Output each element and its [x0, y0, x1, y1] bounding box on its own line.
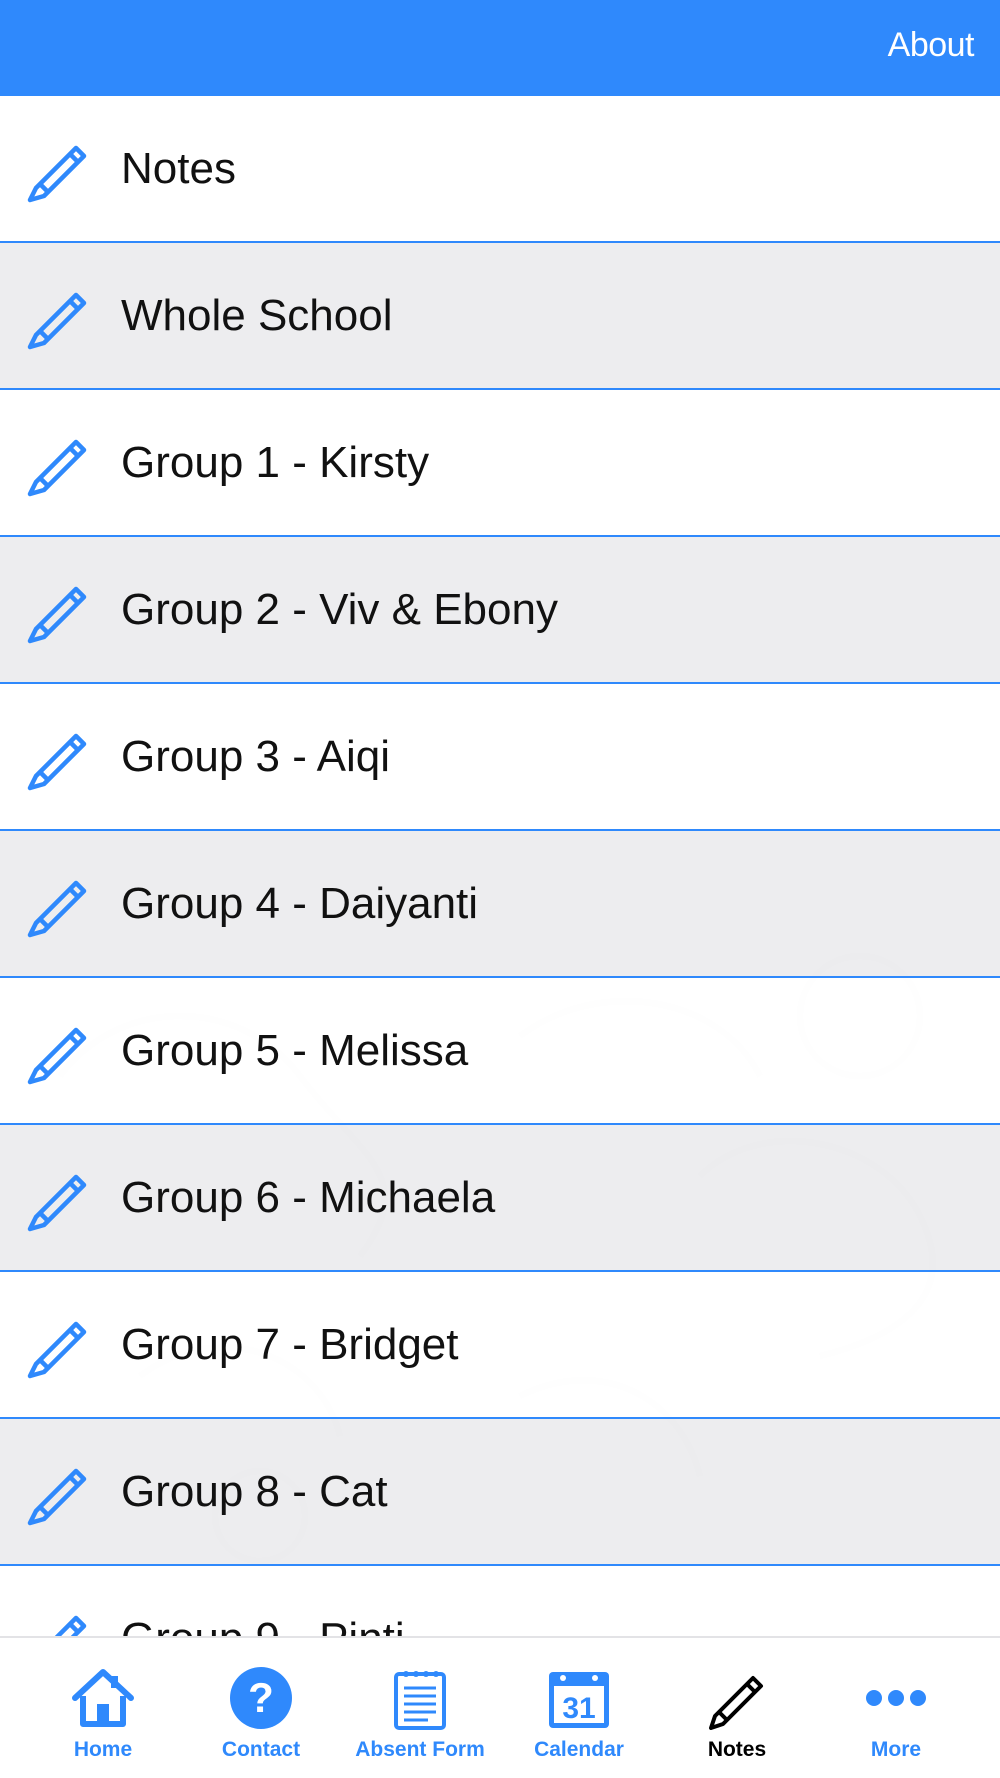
pencil-icon	[27, 1174, 87, 1232]
pencil-icon	[27, 292, 87, 350]
pencil-icon	[27, 1321, 87, 1379]
svg-text:?: ?	[248, 1674, 274, 1721]
calendar-day-text: 31	[562, 1692, 595, 1725]
list-item-label: Group 9 - Pinti	[121, 1566, 405, 1636]
tab-notes[interactable]: Notes	[658, 1638, 816, 1778]
pencil-icon	[27, 586, 87, 644]
pencil-icon	[27, 733, 87, 791]
pencil-icon	[27, 880, 87, 938]
pencil-icon	[27, 1468, 87, 1526]
list-item[interactable]: Group 4 - Daiyanti	[0, 831, 1000, 978]
notes-list[interactable]: Notes Whole School Group 1 - Kirsty Group 2…	[0, 96, 1000, 1636]
tab-label: Absent Form	[355, 1738, 485, 1761]
tab-absent-form[interactable]: Absent Form	[341, 1638, 499, 1778]
list-item[interactable]: Group 7 - Bridget	[0, 1272, 1000, 1419]
question-icon: ?	[230, 1667, 292, 1729]
list-item-label: Group 8 - Cat	[121, 1467, 388, 1516]
list-item[interactable]: Group 6 - Michaela	[0, 1125, 1000, 1272]
more-icon	[866, 1690, 926, 1706]
list-item-label: Group 3 - Aiqi	[121, 732, 391, 781]
pencil-icon	[709, 1676, 763, 1730]
tab-home[interactable]: Home	[24, 1638, 182, 1778]
notepad-icon	[394, 1671, 446, 1730]
pencil-icon	[27, 145, 87, 203]
list-item-label: Group 6 - Michaela	[121, 1173, 496, 1222]
tab-label: Calendar	[534, 1738, 624, 1761]
pencil-icon	[27, 1027, 87, 1085]
tab-label: Home	[73, 1738, 133, 1761]
list-item[interactable]: Notes	[0, 96, 1000, 243]
list-item-label: Notes	[121, 144, 236, 193]
calendar-icon: 31	[549, 1672, 609, 1728]
tab-more[interactable]: More	[817, 1638, 975, 1778]
about-button[interactable]: About	[888, 26, 975, 65]
tab-label: Notes	[707, 1738, 767, 1761]
home-icon	[72, 1669, 134, 1727]
list-item-label: Group 5 - Melissa	[121, 1026, 469, 1075]
list-item-label: Group 2 - Viv & Ebony	[121, 585, 558, 634]
list-item[interactable]: Group 2 - Viv & Ebony	[0, 537, 1000, 684]
bottom-tab-bar: Home ? Contact Absent Form 31 Calendar N…	[0, 1636, 1000, 1778]
tab-contact[interactable]: ? Contact	[182, 1638, 340, 1778]
pencil-icon	[27, 439, 87, 497]
tab-label: Contact	[221, 1738, 301, 1761]
list-item[interactable]: Group 8 - Cat	[0, 1419, 1000, 1566]
tab-label: More	[870, 1738, 922, 1761]
tab-calendar[interactable]: 31 Calendar	[500, 1638, 658, 1778]
list-item[interactable]: Whole School	[0, 243, 1000, 390]
pencil-icon	[54, 1615, 87, 1636]
list-item[interactable]: Group 1 - Kirsty	[0, 390, 1000, 537]
top-nav-bar: About	[0, 0, 1000, 96]
list-item-label: Group 7 - Bridget	[121, 1320, 459, 1369]
list-item[interactable]: Group 5 - Melissa	[0, 978, 1000, 1125]
list-item[interactable]: Group 3 - Aiqi	[0, 684, 1000, 831]
list-item[interactable]: Group 9 - Pinti	[0, 1566, 1000, 1636]
list-item-label: Whole School	[121, 291, 393, 340]
list-item-label: Group 1 - Kirsty	[121, 438, 430, 487]
list-item-label: Group 4 - Daiyanti	[121, 879, 479, 928]
